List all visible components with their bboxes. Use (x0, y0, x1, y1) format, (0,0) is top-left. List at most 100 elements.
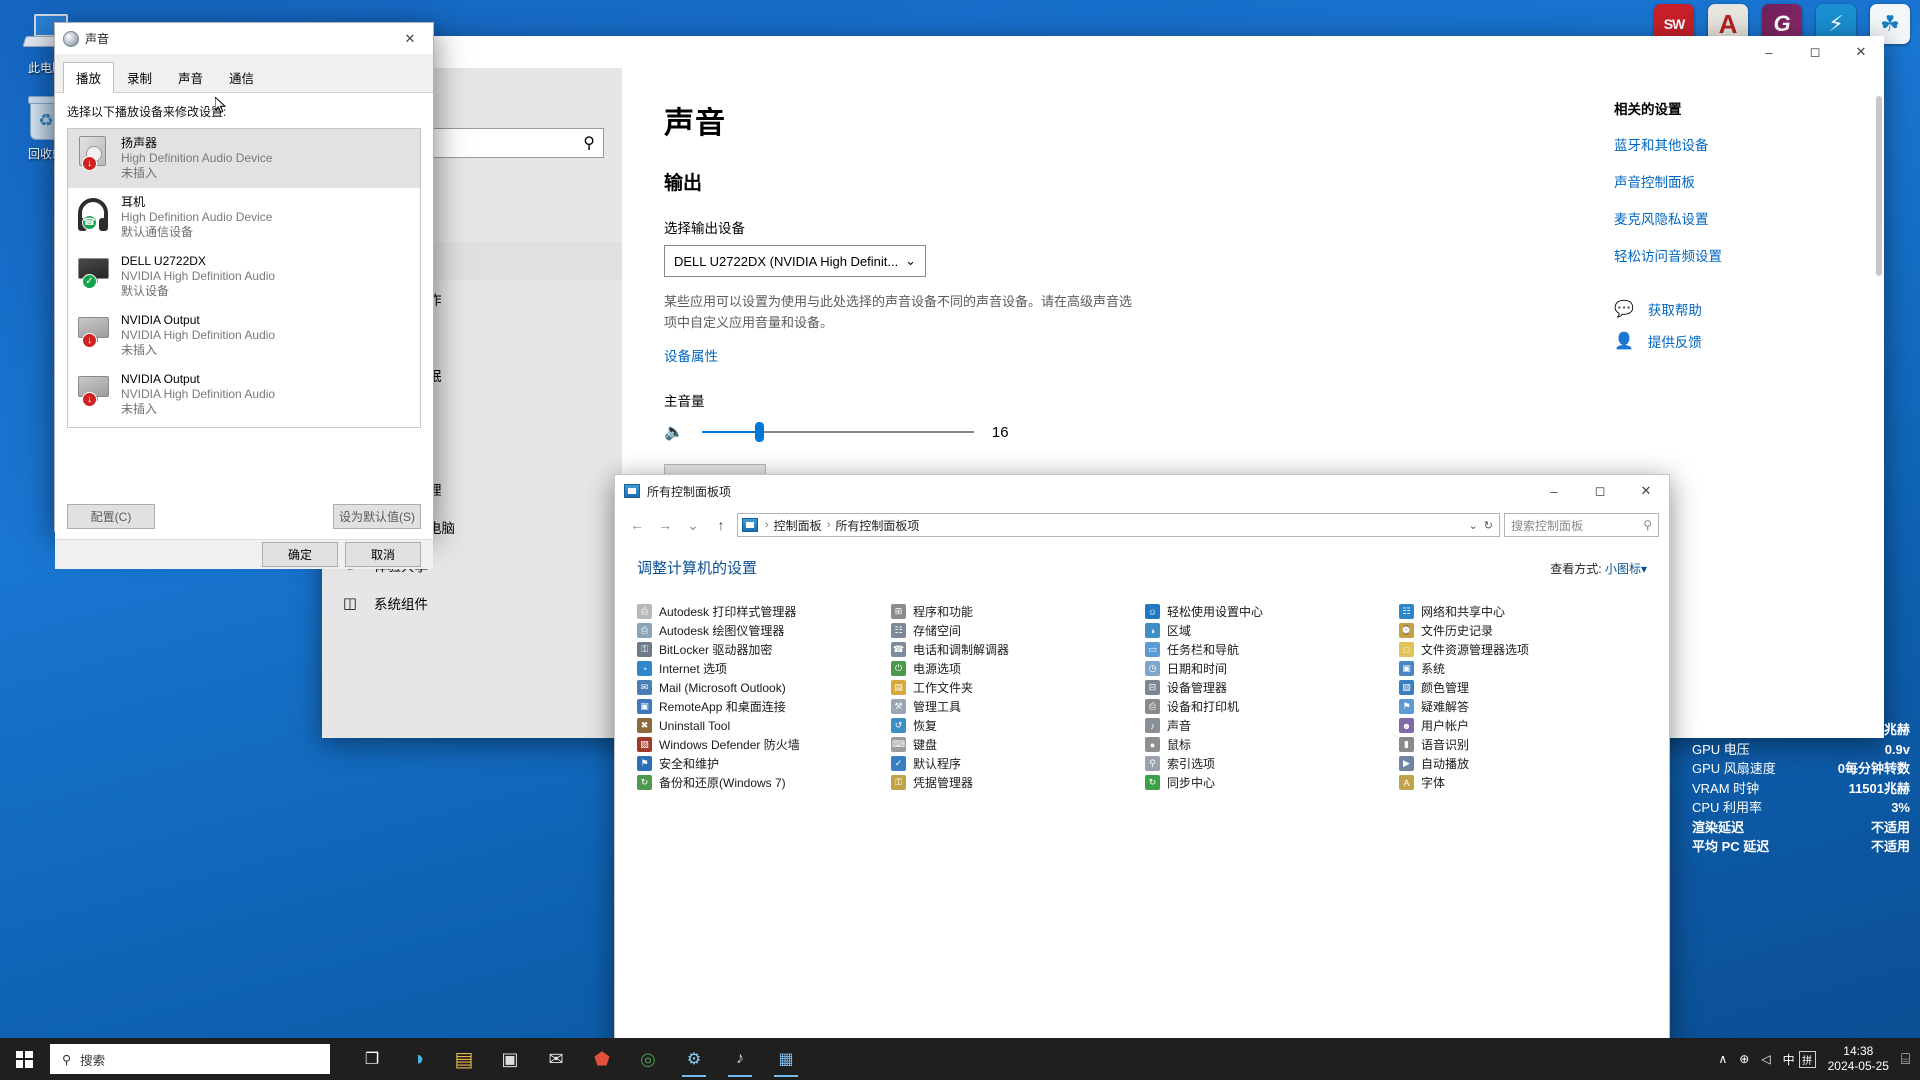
control-panel-item[interactable]: ⊞ 程序和功能 (891, 602, 1139, 621)
playback-device-list[interactable]: ↓ 扬声器 High Definition Audio Device 未插入 ☎… (67, 128, 421, 428)
control-panel-item[interactable]: ● 鼠标 (1145, 735, 1393, 754)
table-row[interactable]: ☎ 耳机 High Definition Audio Device 默认通信设备 (68, 188, 420, 247)
control-panel-item[interactable]: ▨ 颜色管理 (1399, 678, 1647, 697)
control-panel-item[interactable]: ☷ 存储空间 (891, 621, 1139, 640)
get-help-row[interactable]: 💬 获取帮助 (1614, 299, 1864, 319)
control-panel-item[interactable]: ▶ 自动播放 (1399, 754, 1647, 773)
tab-playback[interactable]: 播放 (63, 62, 115, 93)
control-panel-item[interactable]: ⎙ Autodesk 打印样式管理器 (637, 602, 885, 621)
control-panel-item[interactable]: ◷ 日期和时间 (1145, 659, 1393, 678)
table-row[interactable]: ↓ NVIDIA Output NVIDIA High Definition A… (68, 365, 420, 424)
control-panel-item[interactable]: ⊟ 设备管理器 (1145, 678, 1393, 697)
clock[interactable]: 14:38 2024-05-25 (1828, 1044, 1889, 1074)
control-panel-taskbar-button[interactable]: ▦ (766, 1039, 806, 1079)
task-view-button[interactable]: ❐ (352, 1039, 392, 1079)
control-panel-item[interactable]: ✉ Mail (Microsoft Outlook) (637, 678, 885, 697)
control-panel-item[interactable]: ▭ 任务栏和导航 (1145, 640, 1393, 659)
table-row[interactable]: ↓ 扬声器 High Definition Audio Device 未插入 (68, 129, 420, 188)
minimize-button[interactable]: – (1531, 475, 1577, 507)
control-panel-item[interactable]: ▮ 语音识别 (1399, 735, 1647, 754)
control-panel-item[interactable]: ✓ 默认程序 (891, 754, 1139, 773)
control-panel-item[interactable]: ☻ 用户帐户 (1399, 716, 1647, 735)
control-panel-item[interactable]: ⚿ BitLocker 驱动器加密 (637, 640, 885, 659)
control-panel-item[interactable]: ▣ RemoteApp 和桌面连接 (637, 697, 885, 716)
control-panel-item[interactable]: ▣ 系统 (1399, 659, 1647, 678)
related-link-microphone-privacy[interactable]: 麦克风隐私设置 (1614, 208, 1864, 228)
control-panel-item[interactable]: ⎙ Autodesk 绘图仪管理器 (637, 621, 885, 640)
control-panel-item[interactable]: ⚑ 安全和维护 (637, 754, 885, 773)
show-hidden-icons-chevron[interactable]: ∧ (1718, 1052, 1727, 1066)
control-panel-item[interactable]: ↺ 恢复 (891, 716, 1139, 735)
control-panel-item[interactable]: ☎ 电话和调制解调器 (891, 640, 1139, 659)
microsoft-store-button[interactable]: ▣ (490, 1039, 530, 1079)
control-panel-item[interactable]: □ 文件资源管理器选项 (1399, 640, 1647, 659)
configure-button[interactable]: 配置(C) (67, 504, 155, 529)
cancel-button[interactable]: 取消 (345, 542, 421, 567)
address-bar[interactable]: › 控制面板 › 所有控制面板项 ⌄ ↻ (737, 513, 1500, 537)
control-panel-item[interactable]: ⚑ 疑难解答 (1399, 697, 1647, 716)
table-row[interactable]: ↓ NVIDIA Output NVIDIA High Definition A… (68, 306, 420, 365)
breadcrumb-control-panel[interactable]: 控制面板 (774, 517, 822, 534)
ime-indicator[interactable]: 中 拼 (1783, 1050, 1816, 1068)
control-panel-item[interactable]: ⎙ 设备和打印机 (1145, 697, 1393, 716)
control-panel-item[interactable]: ⚿ 凭据管理器 (891, 773, 1139, 792)
related-link-bluetooth[interactable]: 蓝牙和其他设备 (1614, 134, 1864, 154)
related-link-sound-control-panel[interactable]: 声音控制面板 (1614, 171, 1864, 191)
device-properties-link[interactable]: 设备属性 (664, 349, 718, 364)
volume-icon[interactable]: ◁ (1761, 1052, 1770, 1066)
close-button[interactable]: ✕ (387, 23, 433, 54)
control-panel-item[interactable]: ☺ 轻松使用设置中心 (1145, 602, 1393, 621)
view-by-control[interactable]: 查看方式: 小图标▾ (1550, 560, 1647, 577)
maximize-button[interactable]: ◻ (1577, 475, 1623, 507)
back-button[interactable]: ← (625, 513, 649, 537)
view-by-value[interactable]: 小图标 (1605, 562, 1641, 576)
ok-button[interactable]: 确定 (262, 542, 338, 567)
close-button[interactable]: ✕ (1623, 475, 1669, 507)
maximize-button[interactable]: ◻ (1792, 36, 1838, 68)
tab-communications[interactable]: 通信 (216, 62, 267, 93)
control-panel-item[interactable]: ↻ 备份和还原(Windows 7) (637, 773, 885, 792)
control-panel-item[interactable]: ⌨ 键盘 (891, 735, 1139, 754)
tab-recording[interactable]: 录制 (114, 62, 165, 93)
output-device-select[interactable]: DELL U2722DX (NVIDIA High Definit... ⌄ (664, 245, 926, 277)
taskbar-search-box[interactable]: ⚲ 搜索 (50, 1044, 330, 1074)
feedback-row[interactable]: 👤 提供反馈 (1614, 331, 1864, 351)
control-panel-item[interactable]: ▨ Windows Defender 防火墙 (637, 735, 885, 754)
forward-button[interactable]: → (653, 513, 677, 537)
breadcrumb-all-items[interactable]: 所有控制面板项 (835, 517, 919, 534)
control-panel-item[interactable]: ⌚ 文件历史记录 (1399, 621, 1647, 640)
table-row[interactable]: ✓ DELL U2722DX NVIDIA High Definition Au… (68, 247, 420, 306)
control-panel-item[interactable]: ☷ 网络和共享中心 (1399, 602, 1647, 621)
mail-button[interactable]: ✉ (536, 1039, 576, 1079)
sidebar-item-system-components[interactable]: ◫ 系统组件 (322, 584, 622, 622)
control-panel-item[interactable]: ⏻ 电源选项 (891, 659, 1139, 678)
control-panel-item[interactable]: ▤ 工作文件夹 (891, 678, 1139, 697)
related-link-ease-of-access-audio[interactable]: 轻松访问音频设置 (1614, 245, 1864, 265)
action-center-icon[interactable]: ⌸ (1901, 1051, 1910, 1068)
recent-locations-button[interactable]: ⌄ (681, 513, 705, 537)
sound-taskbar-button[interactable]: ♪ (720, 1039, 760, 1079)
feedback-link[interactable]: 提供反馈 (1648, 331, 1702, 351)
office-button[interactable]: ⬟ (582, 1039, 622, 1079)
settings-taskbar-button[interactable]: ⚙ (674, 1039, 714, 1079)
table-row[interactable]: ↓ NVIDIA Output NVIDIA High Definition A… (68, 424, 420, 427)
up-button[interactable]: ↑ (709, 513, 733, 537)
file-explorer-button[interactable]: ▤ (444, 1039, 484, 1079)
control-panel-item[interactable]: A 字体 (1399, 773, 1647, 792)
network-icon[interactable]: ⊕ (1739, 1052, 1749, 1066)
refresh-icon[interactable]: ↻ (1484, 519, 1493, 532)
minimize-button[interactable]: – (1746, 36, 1792, 68)
tab-sounds[interactable]: 声音 (165, 62, 216, 93)
volume-slider[interactable] (701, 422, 974, 442)
slider-thumb[interactable] (755, 422, 765, 442)
start-button[interactable] (0, 1038, 48, 1080)
control-panel-item[interactable]: ♪ 声音 (1145, 716, 1393, 735)
set-default-button[interactable]: 设为默认值(S) (333, 504, 421, 529)
control-panel-item[interactable]: ↻ 同步中心 (1145, 773, 1393, 792)
control-panel-item[interactable]: ◑ 区域 (1145, 621, 1393, 640)
control-panel-item[interactable]: ⚲ 索引选项 (1145, 754, 1393, 773)
settings-scrollbar[interactable] (1876, 96, 1882, 276)
close-button[interactable]: ✕ (1838, 36, 1884, 68)
control-panel-search[interactable]: 搜索控制面板 ⚲ (1504, 513, 1659, 537)
edge-button[interactable]: ◑ (398, 1039, 438, 1079)
